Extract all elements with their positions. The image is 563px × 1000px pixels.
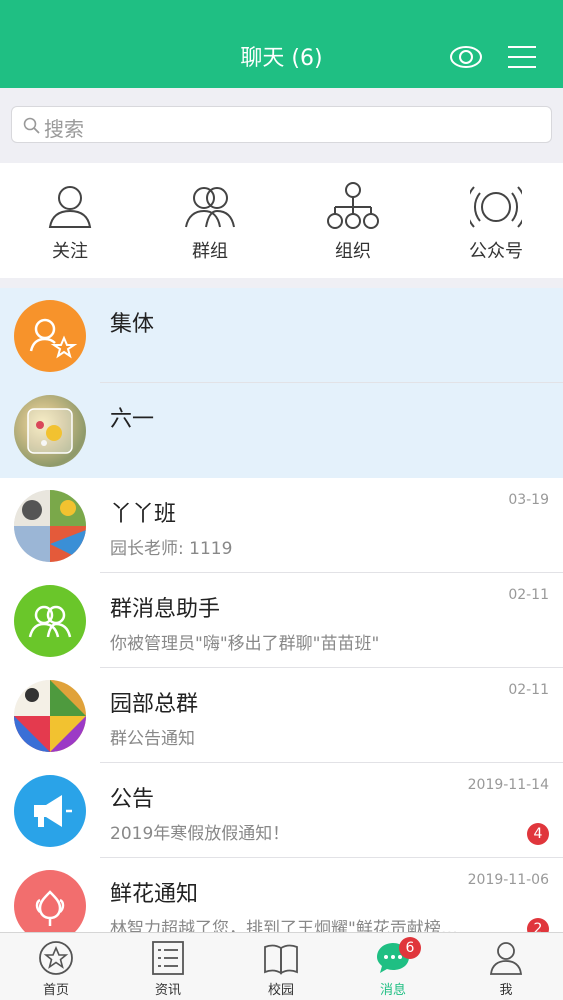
person-icon — [489, 942, 523, 975]
chat-name: 鲜花通知 — [110, 882, 199, 907]
avatar — [14, 680, 86, 752]
group-collage-icon — [14, 490, 86, 562]
tab-messages[interactable]: 6 消息 — [337, 933, 449, 1000]
quick-groups-button[interactable]: 群组 — [140, 163, 280, 278]
avatar — [14, 395, 86, 467]
book-icon — [264, 944, 298, 975]
chat-row-yaya-class[interactable]: 丫丫班 园长老师: 1119 03-19 — [0, 478, 563, 573]
quick-label: 公众号 — [469, 241, 523, 262]
tab-label: 首页 — [42, 983, 69, 998]
tab-label: 我 — [499, 983, 513, 998]
chat-row-announcement[interactable]: 公告 2019年寒假放假通知！ 2019-11-14 4 — [0, 763, 563, 858]
quick-org-button[interactable]: 组织 — [283, 163, 423, 278]
avatar — [14, 300, 86, 372]
chat-time: 02-11 — [508, 682, 549, 698]
megaphone-icon — [34, 795, 72, 827]
person-star-icon — [29, 318, 78, 359]
search-placeholder: 搜索 — [44, 117, 84, 141]
tab-label: 消息 — [379, 983, 406, 998]
tab-home[interactable]: 首页 — [0, 933, 112, 1000]
tab-unread-badge: 6 — [399, 937, 421, 959]
chat-row-61[interactable]: 六一 — [0, 383, 563, 478]
chat-time: 03-19 — [508, 492, 549, 508]
chat-name: 公告 — [110, 787, 155, 812]
quick-label: 群组 — [192, 241, 228, 262]
search-input[interactable]: 搜索 — [11, 106, 552, 143]
chat-row-collective[interactable]: 集体 — [0, 288, 563, 383]
chat-name: 丫丫班 — [110, 502, 177, 527]
chat-last-message: 2019年寒假放假通知！ — [110, 824, 290, 844]
chat-last-message: 群公告通知 — [110, 729, 195, 749]
person-icon — [48, 186, 92, 228]
chat-time: 2019-11-06 — [467, 872, 549, 888]
broadcast-icon — [470, 186, 522, 228]
chat-row-group-assistant[interactable]: 群消息助手 你被管理员"嗨"移出了群聊"苗苗班" 02-11 — [0, 573, 563, 668]
avatar — [14, 775, 86, 847]
tab-label: 资讯 — [154, 983, 181, 998]
chat-name: 园部总群 — [110, 692, 199, 717]
chat-name: 六一 — [110, 407, 155, 432]
menu-icon[interactable] — [506, 42, 538, 72]
unread-badge: 4 — [527, 823, 549, 845]
group-collage-icon — [14, 680, 86, 752]
chat-time: 2019-11-14 — [467, 777, 549, 793]
quick-follow-button[interactable]: 关注 — [0, 163, 140, 278]
quick-label: 关注 — [52, 241, 88, 262]
quick-official-button[interactable]: 公众号 — [426, 163, 563, 278]
search-icon — [23, 117, 40, 134]
search-area: 搜索 — [0, 88, 563, 163]
chat-time: 02-11 — [508, 587, 549, 603]
quick-actions: 关注 群组 组织 公众号 — [0, 163, 563, 278]
eye-icon[interactable] — [448, 42, 484, 72]
tab-bar: 首页 资讯 校园 6 消息 我 — [0, 932, 563, 1000]
chat-name: 群消息助手 — [110, 597, 221, 622]
group-icon — [185, 187, 235, 228]
chat-last-message: 你被管理员"嗨"移出了群聊"苗苗班" — [110, 634, 380, 654]
news-list-icon — [152, 941, 184, 975]
quick-label: 组织 — [335, 241, 371, 262]
tab-campus[interactable]: 校园 — [225, 933, 337, 1000]
chat-row-all-staff-group[interactable]: 园部总群 群公告通知 02-11 — [0, 668, 563, 763]
star-circle-icon — [39, 941, 73, 975]
photo-avatar-icon — [27, 408, 73, 454]
chat-name: 集体 — [110, 312, 155, 337]
tab-label: 校园 — [267, 983, 294, 998]
tab-news[interactable]: 资讯 — [112, 933, 224, 1000]
nav-header: 聊天 (6) — [0, 0, 563, 88]
tab-me[interactable]: 我 — [450, 933, 562, 1000]
avatar — [14, 490, 86, 562]
org-chart-icon — [327, 182, 379, 229]
chat-last-message: 园长老师: 1119 — [110, 539, 233, 559]
avatar — [14, 585, 86, 657]
group-icon — [28, 605, 72, 638]
